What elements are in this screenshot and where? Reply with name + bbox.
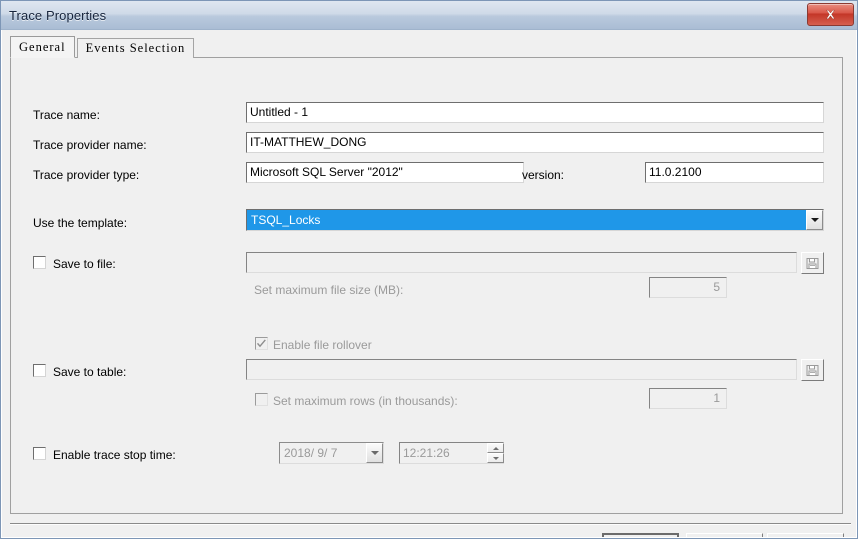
max-file-size-label: Set maximum file size (MB): — [254, 283, 404, 297]
template-selected-value: TSQL_Locks — [247, 210, 806, 230]
folder-save-icon — [806, 257, 819, 270]
save-to-file-browse-button[interactable] — [801, 252, 824, 274]
save-to-file-path-input[interactable] — [246, 252, 797, 273]
trace-name-label: Trace name: — [33, 108, 100, 122]
chevron-down-icon — [370, 451, 379, 455]
version-value: 11.0.2100 — [645, 162, 824, 183]
max-file-size-input[interactable]: 5 — [649, 277, 727, 298]
trace-provider-name-value: IT-MATTHEW_DONG — [246, 132, 824, 153]
folder-save-icon — [806, 364, 819, 377]
trace-provider-name-label: Trace provider name: — [33, 138, 147, 152]
window-title: Trace Properties — [9, 7, 107, 23]
cancel-button[interactable]: 取消 — [686, 533, 763, 537]
tab-general-label: General — [19, 40, 66, 54]
trace-properties-dialog: Trace Properties General Events Selectio… — [0, 0, 858, 539]
dialog-body: General Events Selection Trace name: Unt… — [1, 30, 857, 538]
stop-date-picker[interactable]: 2018/ 9/ 7 — [279, 442, 384, 464]
general-tab-panel: Trace name: Untitled - 1 Trace provider … — [10, 57, 843, 514]
trace-provider-type-value: Microsoft SQL Server "2012" — [246, 162, 524, 183]
close-button[interactable] — [807, 3, 854, 26]
tab-events-selection[interactable]: Events Selection — [76, 38, 195, 58]
chevron-down-icon — [810, 218, 819, 222]
stop-date-value: 2018/ 9/ 7 — [280, 443, 366, 463]
trace-provider-type-label: Trace provider type: — [33, 168, 140, 182]
help-button[interactable]: 帮助 — [767, 533, 844, 537]
max-rows-input[interactable]: 1 — [649, 388, 727, 409]
save-to-table-checkbox[interactable] — [33, 364, 46, 377]
footer-separator — [10, 523, 851, 525]
use-template-label: Use the template: — [33, 216, 128, 230]
save-to-file-checkbox[interactable] — [33, 256, 46, 269]
title-bar: Trace Properties — [1, 1, 857, 30]
enable-file-rollover-label: Enable file rollover — [273, 338, 372, 352]
template-dropdown-button[interactable] — [806, 210, 823, 230]
set-maximum-rows-label: Set maximum rows (in thousands): — [273, 394, 458, 408]
save-to-table-browse-button[interactable] — [801, 359, 824, 381]
template-combobox[interactable]: TSQL_Locks — [246, 209, 824, 231]
save-to-table-label: Save to table: — [53, 365, 127, 379]
spinner-down-button[interactable] — [487, 453, 504, 463]
tab-events-selection-label: Events Selection — [85, 41, 186, 55]
close-icon — [825, 9, 836, 20]
enable-file-rollover-checkbox[interactable] — [255, 337, 268, 350]
caret-up-icon — [492, 446, 499, 450]
trace-name-input[interactable]: Untitled - 1 — [246, 102, 824, 123]
stop-time-spinner[interactable] — [487, 443, 504, 463]
save-to-file-label: Save to file: — [53, 257, 116, 271]
spinner-up-button[interactable] — [487, 443, 504, 453]
caret-down-icon — [492, 456, 499, 460]
set-maximum-rows-checkbox[interactable] — [255, 393, 268, 406]
run-button[interactable]: Run — [602, 533, 679, 537]
save-to-table-input[interactable] — [246, 359, 797, 380]
enable-trace-stop-time-checkbox[interactable] — [33, 447, 46, 460]
tab-general[interactable]: General — [10, 36, 75, 58]
tab-strip: General Events Selection — [10, 36, 195, 58]
stop-date-dropdown-button[interactable] — [366, 443, 383, 463]
version-label: version: — [522, 168, 565, 182]
enable-trace-stop-time-label: Enable trace stop time: — [53, 448, 176, 462]
checkmark-icon — [256, 338, 267, 349]
